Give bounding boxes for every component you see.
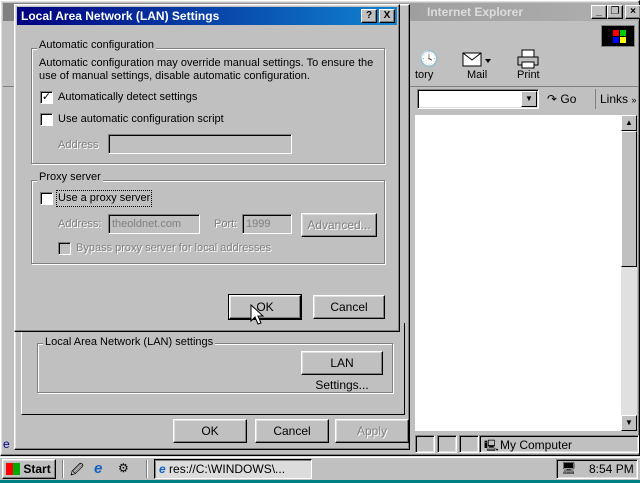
task-ie-icon: e [159, 462, 166, 476]
task-label: res://C:\WINDOWS\... [169, 462, 286, 476]
windows-flag-icon [6, 462, 20, 475]
address-dropdown-button[interactable]: ▼ [521, 91, 537, 107]
print-button[interactable]: Print [507, 47, 551, 83]
lan-dialog-titlebar[interactable]: Local Area Network (LAN) Settings ? X [17, 7, 397, 25]
options-ok-button[interactable]: OK [173, 419, 247, 443]
options-apply-button[interactable]: Apply [335, 419, 409, 443]
chevron-right-icon: » [631, 95, 637, 105]
mail-button[interactable]: Mail [455, 47, 499, 83]
computer-icon: 🖳 [484, 440, 499, 452]
ie-content-area[interactable] [415, 115, 621, 431]
scroll-down-button[interactable]: ▼ [621, 415, 637, 431]
lan-cancel-button[interactable]: Cancel [313, 295, 385, 319]
display-settings-icon[interactable]: 🖥 [561, 461, 576, 475]
go-button[interactable]: ↷ Go [547, 89, 587, 109]
quick-launch-divider-2 [146, 460, 148, 478]
taskbar: Start 🖉 e ⚙ e res://C:\WINDOWS\... 🖥 8:5… [0, 456, 640, 480]
clock[interactable]: 8:54 PM [589, 462, 634, 476]
question-mark-icon: ? [365, 10, 373, 21]
auto-detect-label[interactable]: Automatically detect settings [58, 91, 197, 104]
config-script-checkbox[interactable] [40, 113, 53, 126]
status-pane-1 [415, 435, 435, 453]
checkmark-icon: ✓ [41, 91, 52, 103]
proxy-address-field[interactable]: theoldnet.com [108, 214, 200, 234]
mouse-cursor-icon [250, 304, 264, 325]
restore-button[interactable]: ❐ [607, 5, 623, 19]
go-arrow-icon: ↷ [547, 92, 558, 106]
ie-title: Internet Explorer [427, 5, 524, 19]
proxy-address-label: Address: [58, 218, 102, 230]
script-address-label: Address [58, 139, 99, 151]
proxy-port-field[interactable]: 1999 [242, 214, 292, 234]
auto-config-group-title: Automatic configuration [37, 39, 156, 52]
chevron-down-icon: ▼ [525, 94, 533, 103]
close-button[interactable]: × [625, 5, 640, 19]
options-tab-panel-border [21, 323, 405, 415]
internet-explorer-icon[interactable]: e [94, 460, 102, 477]
system-tray: 🖥 8:54 PM [556, 459, 638, 479]
advanced-button[interactable]: Advanced... [301, 213, 377, 237]
bypass-local-label[interactable]: Bypass proxy server for local addresses [76, 242, 271, 255]
start-label: Start [23, 462, 51, 476]
use-proxy-checkbox[interactable] [40, 192, 53, 205]
start-button[interactable]: Start [2, 459, 56, 479]
print-label: Print [517, 69, 540, 81]
links-button[interactable]: Links » [595, 89, 639, 109]
bypass-local-checkbox[interactable] [58, 242, 71, 255]
links-label: Links [600, 92, 629, 106]
help-button[interactable]: ? [361, 9, 377, 23]
status-zone-pane: 🖳 My Computer [479, 435, 639, 453]
history-icon: 🕓 [419, 51, 439, 68]
mail-icon [462, 52, 491, 67]
channels-icon[interactable]: ⚙ [118, 461, 129, 475]
printer-icon [517, 49, 539, 69]
status-zone-label: My Computer [500, 438, 573, 452]
status-pane-2 [437, 435, 457, 453]
proxy-server-group-title: Proxy server [37, 171, 103, 184]
history-label: tory [415, 69, 434, 81]
options-cancel-button[interactable]: Cancel [255, 419, 329, 443]
config-script-label[interactable]: Use automatic configuration script [58, 113, 224, 126]
script-address-field[interactable] [108, 134, 292, 154]
lan-ok-button[interactable]: OK [228, 294, 302, 320]
quick-launch-divider [62, 460, 64, 478]
lan-dialog-title: Local Area Network (LAN) Settings [21, 9, 220, 23]
vertical-scrollbar[interactable]: ▲ ▼ [621, 115, 637, 431]
proxy-port-label: Port: [214, 218, 238, 230]
go-label: Go [560, 92, 577, 106]
minimize-button[interactable]: _ [591, 5, 607, 19]
mail-label: Mail [467, 69, 488, 81]
auto-detect-checkbox[interactable]: ✓ [40, 91, 53, 104]
close-icon: X [383, 10, 391, 21]
windows-logo-icon [601, 25, 635, 47]
use-proxy-label[interactable]: Use a proxy server [55, 190, 153, 207]
auto-config-description: Automatic configuration may override man… [39, 57, 374, 82]
lan-settings-dialog: Local Area Network (LAN) Settings ? X Au… [14, 4, 400, 332]
scroll-thumb[interactable] [621, 131, 637, 267]
scroll-up-button[interactable]: ▲ [621, 115, 637, 131]
taskbar-task-ie[interactable]: e res://C:\WINDOWS\... [154, 459, 312, 479]
status-pane-3 [459, 435, 479, 453]
dialog-close-button[interactable]: X [379, 9, 395, 23]
